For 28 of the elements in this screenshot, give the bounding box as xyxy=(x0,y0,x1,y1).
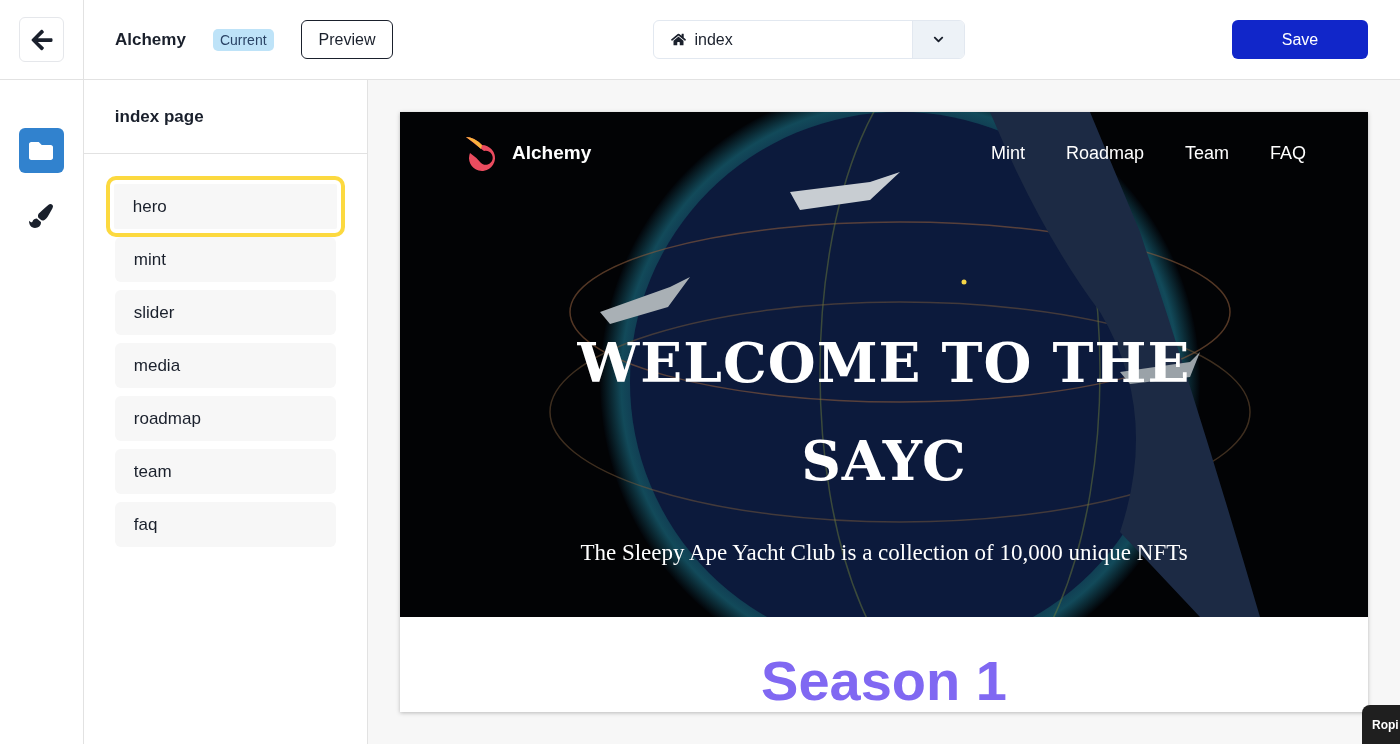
brand-name: Alchemy xyxy=(512,142,592,164)
save-button[interactable]: Save xyxy=(1232,20,1368,59)
section-item[interactable]: slider xyxy=(114,290,336,335)
nav-link[interactable]: FAQ xyxy=(1270,142,1306,164)
nav-link[interactable]: Team xyxy=(1184,142,1229,164)
arrow-left-icon xyxy=(29,27,54,52)
back-button[interactable] xyxy=(19,17,64,62)
hero-subtitle: The Sleepy Ape Yacht Club is a collection of 10,000 unique NFTs xyxy=(580,540,1188,566)
preview-button[interactable]: Preview xyxy=(300,20,394,59)
project-name: Alchemy xyxy=(115,29,186,50)
section-item[interactable]: roadmap xyxy=(114,396,336,441)
chevron-down-icon xyxy=(933,34,945,45)
section-item[interactable]: hero xyxy=(105,176,345,237)
page-select[interactable]: index xyxy=(653,20,966,59)
section-item[interactable]: team xyxy=(114,449,336,494)
page-select-value: index xyxy=(694,30,733,49)
section-item[interactable]: faq xyxy=(114,502,336,547)
toast-title: Ropi xyxy=(1372,718,1399,732)
status-badge: Current xyxy=(212,28,274,51)
brush-icon xyxy=(29,203,54,228)
hero-headline: WELCOME TO THE SAYC xyxy=(576,329,1192,495)
panel-title: index page xyxy=(83,80,367,154)
section-item[interactable]: media xyxy=(114,343,336,388)
section-heading: Season 1 xyxy=(760,649,1008,712)
home-icon xyxy=(671,32,687,47)
nav-link[interactable]: Roadmap xyxy=(1065,142,1144,164)
section-item[interactable]: mint xyxy=(114,237,336,282)
nav-link[interactable]: Mint xyxy=(990,142,1025,164)
